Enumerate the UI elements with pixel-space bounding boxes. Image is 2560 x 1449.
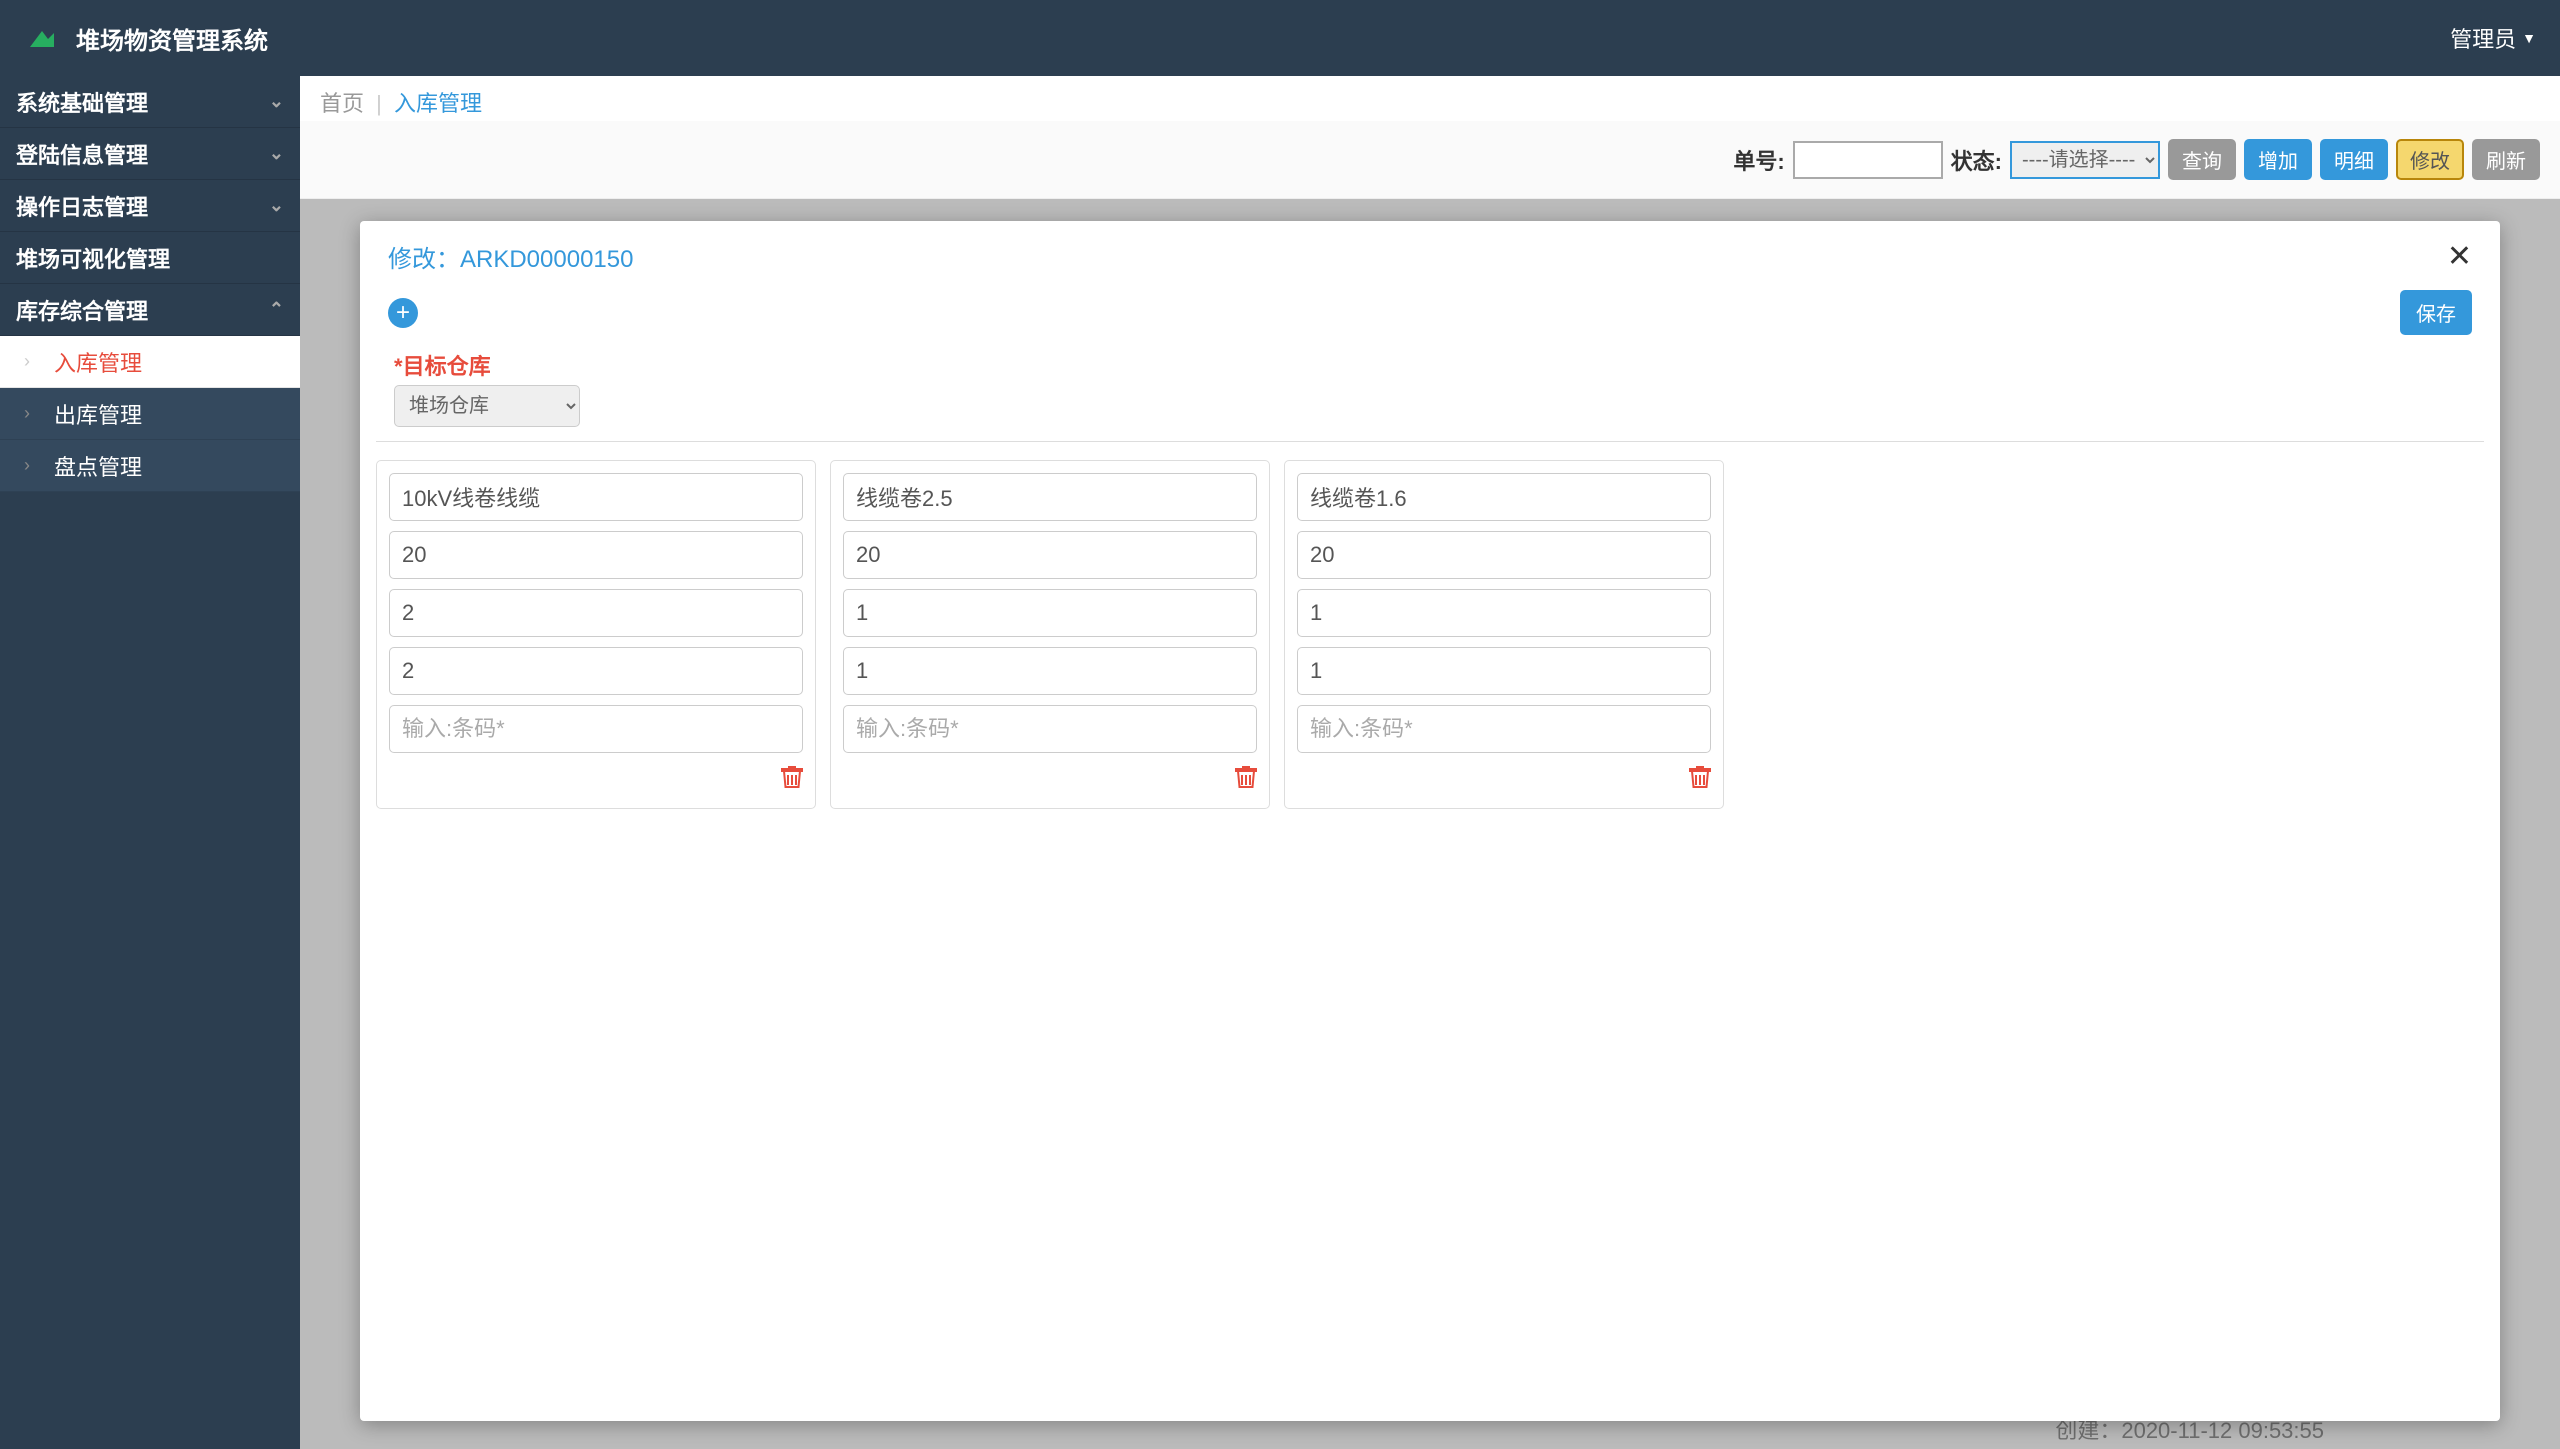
user-label: 管理员	[2450, 22, 2516, 54]
chevron-down-icon: ⌄	[269, 143, 284, 164]
add-button[interactable]: 增加	[2244, 139, 2312, 180]
item-field2-input[interactable]	[389, 531, 803, 579]
sidebar-label: 堆场可视化管理	[16, 242, 170, 274]
modal-header: 修改：ARKD00000150 ✕	[360, 221, 2500, 286]
content-area: 首页 | 入库管理 创建：2020-11-12 09:53:55 单号: 状态:…	[300, 76, 2560, 1449]
edit-modal: 修改：ARKD00000150 ✕ + 保存 *目标仓库 堆场仓库	[360, 221, 2500, 1421]
item-field3-input[interactable]	[843, 589, 1257, 637]
modal-actions: + 保存	[360, 286, 2500, 339]
add-item-button[interactable]: +	[388, 298, 418, 328]
sidebar-item-inventory[interactable]: 库存综合管理 ⌃	[0, 284, 300, 336]
trash-icon[interactable]	[781, 765, 803, 796]
sidebar-sub-outbound[interactable]: › 出库管理	[0, 388, 300, 440]
breadcrumb-separator: |	[376, 91, 382, 116]
items-row	[360, 442, 2500, 827]
chevron-right-icon: ›	[24, 403, 30, 424]
status-select[interactable]: ----请选择----	[2010, 141, 2160, 179]
status-label: 状态:	[1951, 144, 2002, 176]
breadcrumb-home[interactable]: 首页	[320, 91, 364, 116]
item-name-input[interactable]	[843, 473, 1257, 521]
trash-icon[interactable]	[1235, 765, 1257, 796]
top-header: 堆场物资管理系统 管理员 ▼	[0, 0, 2560, 76]
sidebar-sub-stocktake[interactable]: › 盘点管理	[0, 440, 300, 492]
item-card	[1284, 460, 1724, 809]
save-button[interactable]: 保存	[2400, 290, 2472, 335]
sidebar-item-yard-visual[interactable]: 堆场可视化管理	[0, 232, 300, 284]
item-name-input[interactable]	[1297, 473, 1711, 521]
target-section: *目标仓库 堆场仓库	[360, 339, 2500, 441]
sidebar: 系统基础管理 ⌄ 登陆信息管理 ⌄ 操作日志管理 ⌄ 堆场可视化管理 库存综合管…	[0, 76, 300, 1449]
item-field4-input[interactable]	[1297, 647, 1711, 695]
item-field4-input[interactable]	[389, 647, 803, 695]
order-input[interactable]	[1793, 141, 1943, 179]
modal-title: 修改：ARKD00000150	[388, 239, 633, 274]
sidebar-sub-label: 盘点管理	[54, 450, 142, 482]
query-button[interactable]: 查询	[2168, 139, 2236, 180]
trash-icon[interactable]	[1689, 765, 1711, 796]
item-field3-input[interactable]	[389, 589, 803, 637]
caret-down-icon: ▼	[2522, 30, 2536, 46]
filter-toolbar: 单号: 状态: ----请选择---- 查询 增加 明细 修改 刷新	[300, 121, 2560, 199]
close-icon[interactable]: ✕	[2447, 239, 2472, 274]
order-label: 单号:	[1733, 144, 1784, 176]
target-warehouse-label: *目标仓库	[394, 349, 2472, 381]
item-barcode-input[interactable]	[1297, 705, 1711, 753]
breadcrumb-current[interactable]: 入库管理	[394, 91, 482, 116]
edit-button[interactable]: 修改	[2396, 139, 2464, 180]
sidebar-label: 库存综合管理	[16, 294, 148, 326]
refresh-button[interactable]: 刷新	[2472, 139, 2540, 180]
item-card	[376, 460, 816, 809]
sidebar-label: 系统基础管理	[16, 86, 148, 118]
modal-overlay: 单号: 状态: ----请选择---- 查询 增加 明细 修改 刷新	[300, 121, 2560, 1449]
sidebar-item-login-info[interactable]: 登陆信息管理 ⌄	[0, 128, 300, 180]
item-field4-input[interactable]	[843, 647, 1257, 695]
sidebar-item-system-base[interactable]: 系统基础管理 ⌄	[0, 76, 300, 128]
sidebar-sub-inbound[interactable]: › 入库管理	[0, 336, 300, 388]
detail-button[interactable]: 明细	[2320, 139, 2388, 180]
item-field2-input[interactable]	[843, 531, 1257, 579]
chevron-down-icon: ⌄	[269, 91, 284, 112]
sidebar-label: 操作日志管理	[16, 190, 148, 222]
item-barcode-input[interactable]	[843, 705, 1257, 753]
chevron-up-icon: ⌃	[269, 299, 284, 320]
sidebar-label: 登陆信息管理	[16, 138, 148, 170]
app-title: 堆场物资管理系统	[76, 21, 2450, 56]
item-barcode-input[interactable]	[389, 705, 803, 753]
sidebar-item-op-log[interactable]: 操作日志管理 ⌄	[0, 180, 300, 232]
user-dropdown[interactable]: 管理员 ▼	[2450, 22, 2536, 54]
item-field3-input[interactable]	[1297, 589, 1711, 637]
sidebar-sub-label: 入库管理	[54, 346, 142, 378]
chevron-right-icon: ›	[24, 455, 30, 476]
chevron-right-icon: ›	[24, 351, 30, 372]
target-warehouse-select[interactable]: 堆场仓库	[394, 385, 580, 427]
logo-icon	[24, 23, 60, 53]
item-field2-input[interactable]	[1297, 531, 1711, 579]
item-card	[830, 460, 1270, 809]
chevron-down-icon: ⌄	[269, 195, 284, 216]
item-name-input[interactable]	[389, 473, 803, 521]
sidebar-sub-label: 出库管理	[54, 398, 142, 430]
